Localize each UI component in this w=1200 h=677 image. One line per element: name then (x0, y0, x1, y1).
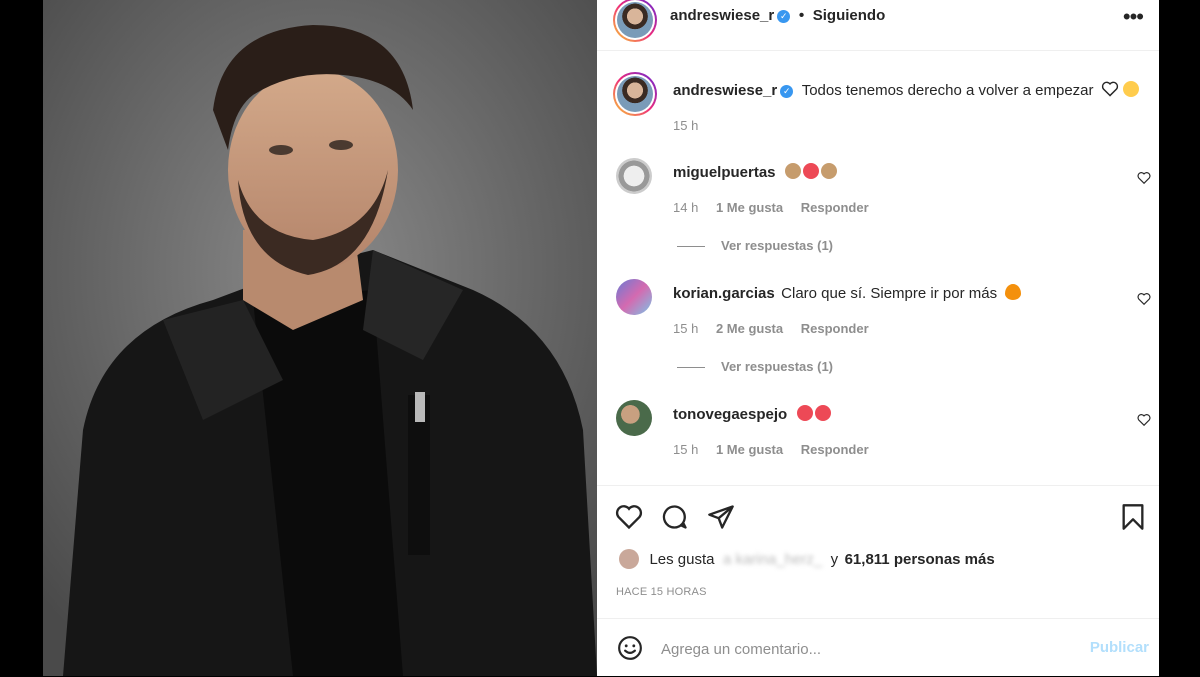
comment-username[interactable]: korian.garcias (673, 285, 775, 302)
clap-emoji-icon (820, 163, 837, 179)
caption-time: 15 h (673, 118, 699, 133)
liker-avatar (619, 549, 639, 569)
post-header: andreswiese_r ✓ • Siguiendo ••• (597, 0, 1159, 51)
like-comment-heart-icon[interactable] (1137, 171, 1151, 185)
author-avatar[interactable] (613, 0, 657, 42)
separator-dot: • (798, 7, 805, 24)
red-heart-emoji-icon (796, 405, 813, 421)
like-comment-heart-icon[interactable] (1137, 292, 1151, 306)
comment-time: 14 h (673, 200, 699, 215)
comment-time: 15 h (673, 321, 699, 336)
comment-composer: Publicar (597, 618, 1159, 677)
comment-username[interactable]: tonovegaespejo (673, 406, 787, 423)
caption: andreswiese_r ✓ Todos tenemos derecho a v… (597, 72, 1159, 142)
comment-avatar[interactable] (616, 279, 652, 315)
comment-avatar[interactable] (616, 400, 652, 436)
share-send-icon[interactable] (707, 503, 735, 531)
save-bookmark-icon[interactable] (1121, 503, 1145, 531)
view-replies-button[interactable]: Ver respuestas (1) (721, 238, 833, 253)
comment-time: 15 h (673, 442, 699, 457)
emoji-picker-icon[interactable] (617, 635, 643, 661)
author-username[interactable]: andreswiese_r (670, 7, 774, 24)
replies-line (677, 367, 705, 369)
fire-emoji-icon (1004, 284, 1021, 300)
caption-username[interactable]: andreswiese_r (673, 82, 777, 99)
reply-button[interactable]: Responder (801, 200, 869, 215)
reply-button[interactable]: Responder (801, 321, 869, 336)
follow-status[interactable]: Siguiendo (813, 7, 886, 24)
comment-input[interactable] (659, 636, 1063, 662)
likes-count[interactable]: 61,811 personas más (845, 551, 995, 568)
post-photo[interactable] (43, 0, 597, 676)
reply-button[interactable]: Responder (801, 442, 869, 457)
likes-connector: y (830, 551, 839, 568)
verified-badge-icon: ✓ (777, 10, 791, 23)
smile-emoji-icon (1123, 81, 1140, 97)
likes-prefix: Les gusta (649, 551, 715, 568)
red-heart-emoji-icon (802, 163, 819, 179)
view-replies-button[interactable]: Ver respuestas (1) (721, 359, 833, 374)
clap-emoji-icon (784, 163, 801, 179)
comment-item: tonovegaespejo 15 h 1 Me gusta Responder (597, 400, 1159, 470)
white-heart-emoji-icon (1101, 81, 1119, 97)
comment-likes[interactable]: 1 Me gusta (716, 200, 783, 215)
like-comment-heart-icon[interactable] (1137, 413, 1151, 427)
comment-icon[interactable] (661, 503, 689, 531)
liker-username-blurred[interactable]: a karina_herz_ (723, 551, 822, 568)
caption-text: Todos tenemos derecho a volver a empezar (801, 82, 1094, 99)
replies-line (677, 246, 705, 248)
likes-summary: Les gusta a karina_herz_ y 61,811 person… (619, 549, 995, 569)
verified-badge-icon: ✓ (780, 85, 794, 98)
red-heart-emoji-icon (814, 405, 831, 421)
comment-item: miguelpuertas 14 h 1 Me gusta Responder … (597, 158, 1159, 258)
post-timestamp[interactable]: HACE 15 HORAS (616, 586, 707, 598)
comment-likes[interactable]: 1 Me gusta (716, 442, 783, 457)
post-panel: andreswiese_r ✓ • Siguiendo ••• andreswie… (597, 0, 1159, 676)
caption-avatar[interactable] (613, 72, 657, 116)
comment-username[interactable]: miguelpuertas (673, 164, 776, 181)
comment-likes[interactable]: 2 Me gusta (716, 321, 783, 336)
like-heart-icon[interactable] (615, 504, 643, 530)
comment-text: Claro que sí. Siempre ir por más (781, 285, 998, 302)
publish-button[interactable]: Publicar (1090, 639, 1149, 656)
comment-avatar[interactable] (616, 158, 652, 194)
comment-item: korian.garcias Claro que sí. Siempre ir … (597, 279, 1159, 379)
ellipsis-icon[interactable]: ••• (1123, 4, 1144, 30)
